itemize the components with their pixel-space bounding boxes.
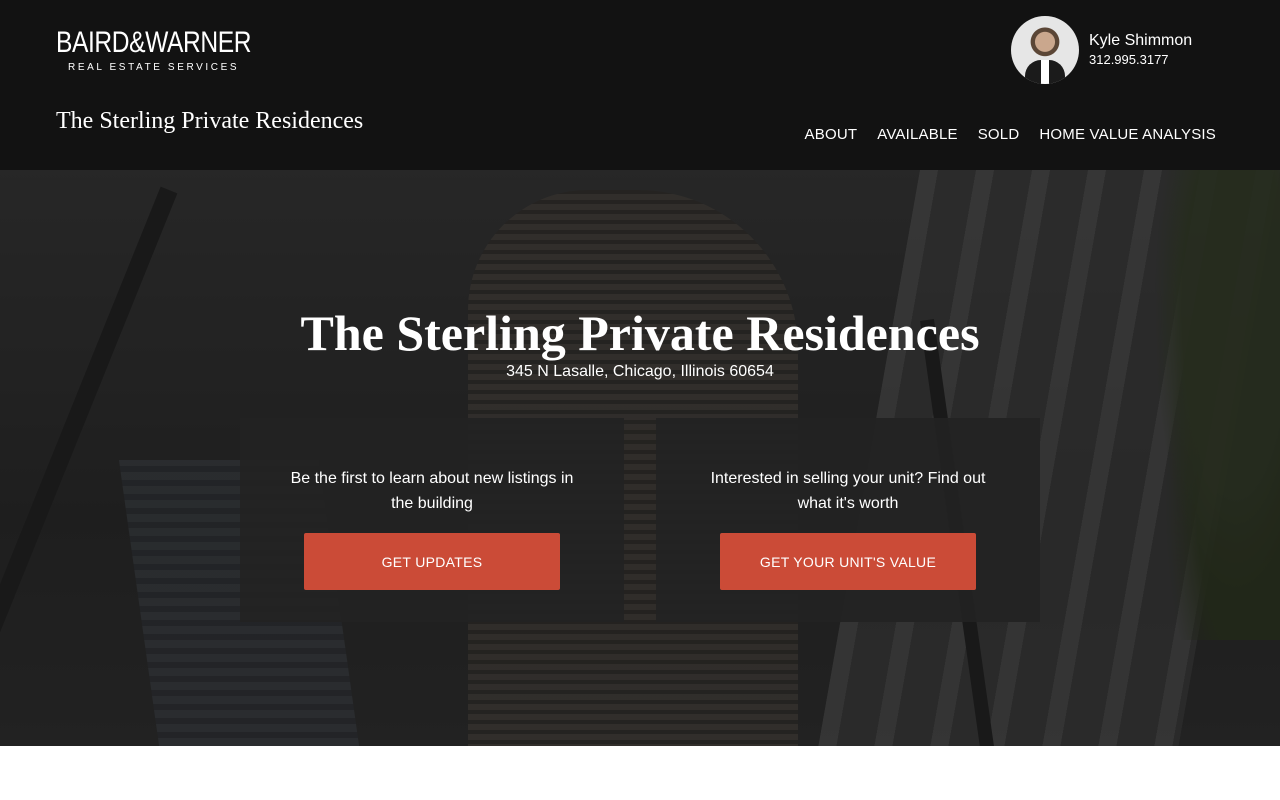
site-header: BAIRD&WARNER REAL ESTATE SERVICES The St… [0,0,1280,170]
agent-card[interactable]: Kyle Shimmon 312.995.3177 [1011,16,1192,84]
hero-address: 345 N Lasalle, Chicago, Illinois 60654 [506,363,774,380]
brand-logo[interactable]: BAIRD&WARNER REAL ESTATE SERVICES [56,26,252,76]
unit-value-card-text: Interested in selling your unit? Find ou… [710,470,986,512]
site-title[interactable]: The Sterling Private Residences [56,108,363,135]
updates-card-text: Be the first to learn about new listings… [290,470,574,512]
hero-overlay [0,170,1280,746]
unit-value-card: Interested in selling your unit? Find ou… [656,418,1040,622]
nav-item-home-value-analysis[interactable]: HOME VALUE ANALYSIS [1039,126,1216,143]
logo-tagline: REAL ESTATE SERVICES [68,62,240,73]
nav-item-about[interactable]: ABOUT [805,126,858,143]
nav-item-sold[interactable]: SOLD [978,126,1020,143]
updates-card: Be the first to learn about new listings… [240,418,624,622]
agent-info: Kyle Shimmon 312.995.3177 [1089,31,1192,69]
agent-avatar [1011,16,1079,84]
logo-wordmark: BAIRD&WARNER [56,26,252,59]
main-nav: ABOUT AVAILABLE SOLD HOME VALUE ANALYSIS [805,126,1216,143]
agent-name: Kyle Shimmon [1089,32,1193,49]
get-updates-button[interactable]: GET UPDATES [304,533,560,590]
nav-item-available[interactable]: AVAILABLE [877,126,957,143]
hero-section: The Sterling Private Residences 345 N La… [0,170,1280,746]
get-unit-value-button[interactable]: GET YOUR UNIT'S VALUE [720,533,976,590]
agent-phone[interactable]: 312.995.3177 [1089,51,1192,69]
hero-title: The Sterling Private Residences [300,305,980,361]
